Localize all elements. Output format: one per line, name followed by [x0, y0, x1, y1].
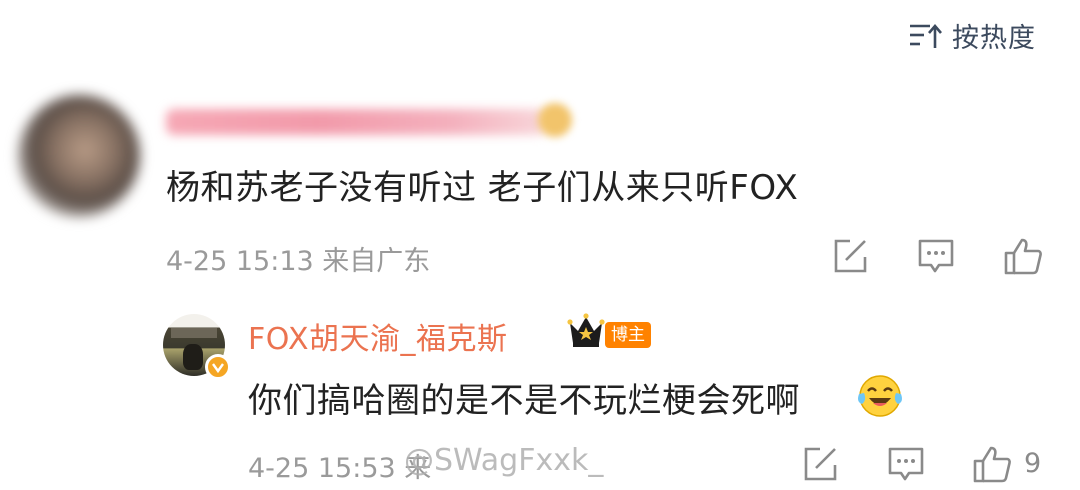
- username-blurred[interactable]: [166, 103, 574, 139]
- blogger-avatar[interactable]: [163, 314, 231, 380]
- comment-meta: 4-25 15:13 来自广东: [166, 246, 431, 277]
- blogger-badge: 博主: [605, 322, 651, 348]
- reply-text: 你们搞哈圈的是不是不玩烂梗会死啊: [248, 381, 800, 421]
- sort-descending-icon: [910, 23, 942, 48]
- laughing-crying-emoji: [858, 375, 902, 417]
- verified-icon: [205, 354, 231, 380]
- comment-icon[interactable]: [917, 238, 955, 274]
- like-count: 9: [1024, 448, 1042, 479]
- weibo-watermark: @SWagFxxk_: [404, 443, 604, 478]
- crown-icon: [567, 313, 605, 347]
- like-icon[interactable]: [972, 444, 1012, 484]
- share-icon[interactable]: [832, 238, 868, 274]
- reply-author[interactable]: FOX胡天渝_福克斯: [248, 314, 508, 358]
- avatar[interactable]: [18, 95, 140, 217]
- comment-icon[interactable]: [887, 446, 925, 482]
- comment-text: 杨和苏老子没有听过 老子们从来只听FOX: [166, 168, 799, 208]
- sort-by-hot-button[interactable]: 按热度: [908, 16, 1036, 55]
- sort-label: 按热度: [952, 23, 1036, 54]
- like-icon[interactable]: [1003, 236, 1043, 276]
- share-icon[interactable]: [802, 446, 838, 482]
